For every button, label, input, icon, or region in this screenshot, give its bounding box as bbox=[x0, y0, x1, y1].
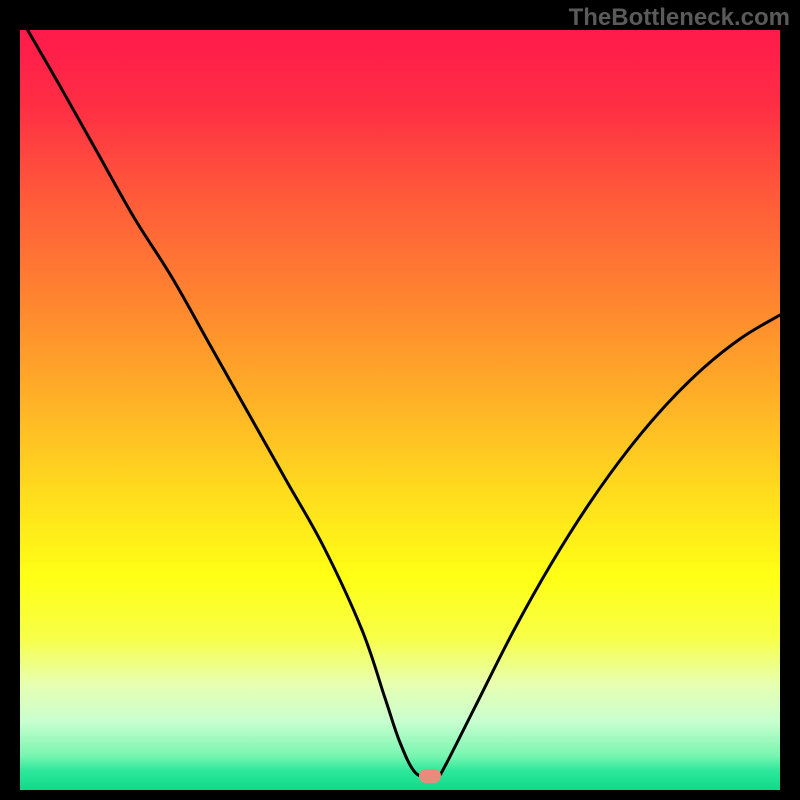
chart-frame: TheBottleneck.com bbox=[0, 0, 800, 800]
optimal-point-marker bbox=[419, 769, 441, 783]
bottleneck-curve bbox=[20, 30, 780, 780]
plot-area bbox=[20, 30, 780, 780]
watermark-text: TheBottleneck.com bbox=[569, 4, 790, 32]
